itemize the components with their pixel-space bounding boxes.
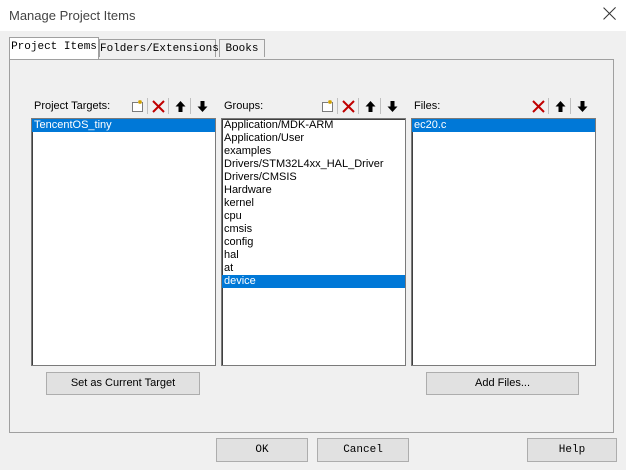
tab-folders-extensions[interactable]: Folders/Extensions xyxy=(99,39,219,57)
files-list[interactable]: ec20.c xyxy=(411,118,596,366)
list-item[interactable]: config xyxy=(222,236,405,249)
move-up-icon[interactable] xyxy=(171,97,189,115)
close-icon[interactable] xyxy=(603,6,617,20)
targets-header: Project Targets: xyxy=(31,96,217,116)
ok-button[interactable]: OK xyxy=(216,438,308,462)
list-item[interactable]: Drivers/STM32L4xx_HAL_Driver xyxy=(222,158,405,171)
tab-project-items[interactable]: Project Items xyxy=(9,37,99,59)
tab-books[interactable]: Books xyxy=(219,39,265,57)
delete-icon[interactable] xyxy=(339,97,357,115)
new-icon[interactable] xyxy=(128,97,146,115)
tab-panel: Project Targets: TencentOS_tiny Set as C… xyxy=(9,59,614,433)
list-item[interactable]: Application/MDK-ARM xyxy=(222,119,405,132)
targets-list[interactable]: TencentOS_tiny xyxy=(31,118,216,366)
list-item[interactable]: at xyxy=(222,262,405,275)
set-current-target-button[interactable]: Set as Current Target xyxy=(46,372,200,395)
window-title: Manage Project Items xyxy=(9,8,136,23)
delete-icon[interactable] xyxy=(529,97,547,115)
move-down-icon[interactable] xyxy=(383,97,401,115)
move-up-icon[interactable] xyxy=(361,97,379,115)
list-item[interactable]: cmsis xyxy=(222,223,405,236)
files-header: Files: xyxy=(411,96,597,116)
list-item[interactable]: Drivers/CMSIS xyxy=(222,171,405,184)
move-down-icon[interactable] xyxy=(193,97,211,115)
list-item[interactable]: TencentOS_tiny xyxy=(32,119,215,132)
targets-label: Project Targets: xyxy=(34,100,111,112)
list-item[interactable]: Hardware xyxy=(222,184,405,197)
list-item[interactable]: examples xyxy=(222,145,405,158)
move-up-icon[interactable] xyxy=(551,97,569,115)
new-icon[interactable] xyxy=(318,97,336,115)
groups-label: Groups: xyxy=(224,100,264,112)
list-item[interactable]: device xyxy=(222,275,405,288)
help-button[interactable]: Help xyxy=(527,438,617,462)
list-item[interactable]: hal xyxy=(222,249,405,262)
list-item[interactable]: Application/User xyxy=(222,132,405,145)
groups-list[interactable]: Application/MDK-ARM Application/User examp… xyxy=(221,118,406,366)
list-item[interactable]: ec20.c xyxy=(412,119,595,132)
cancel-button[interactable]: Cancel xyxy=(317,438,409,462)
add-files-button[interactable]: Add Files... xyxy=(426,372,579,395)
move-down-icon[interactable] xyxy=(573,97,591,115)
delete-icon[interactable] xyxy=(149,97,167,115)
list-item[interactable]: kernel xyxy=(222,197,405,210)
groups-header: Groups: xyxy=(221,96,407,116)
list-item[interactable]: cpu xyxy=(222,210,405,223)
title-bar: Manage Project Items xyxy=(0,0,626,31)
files-label: Files: xyxy=(414,100,441,112)
